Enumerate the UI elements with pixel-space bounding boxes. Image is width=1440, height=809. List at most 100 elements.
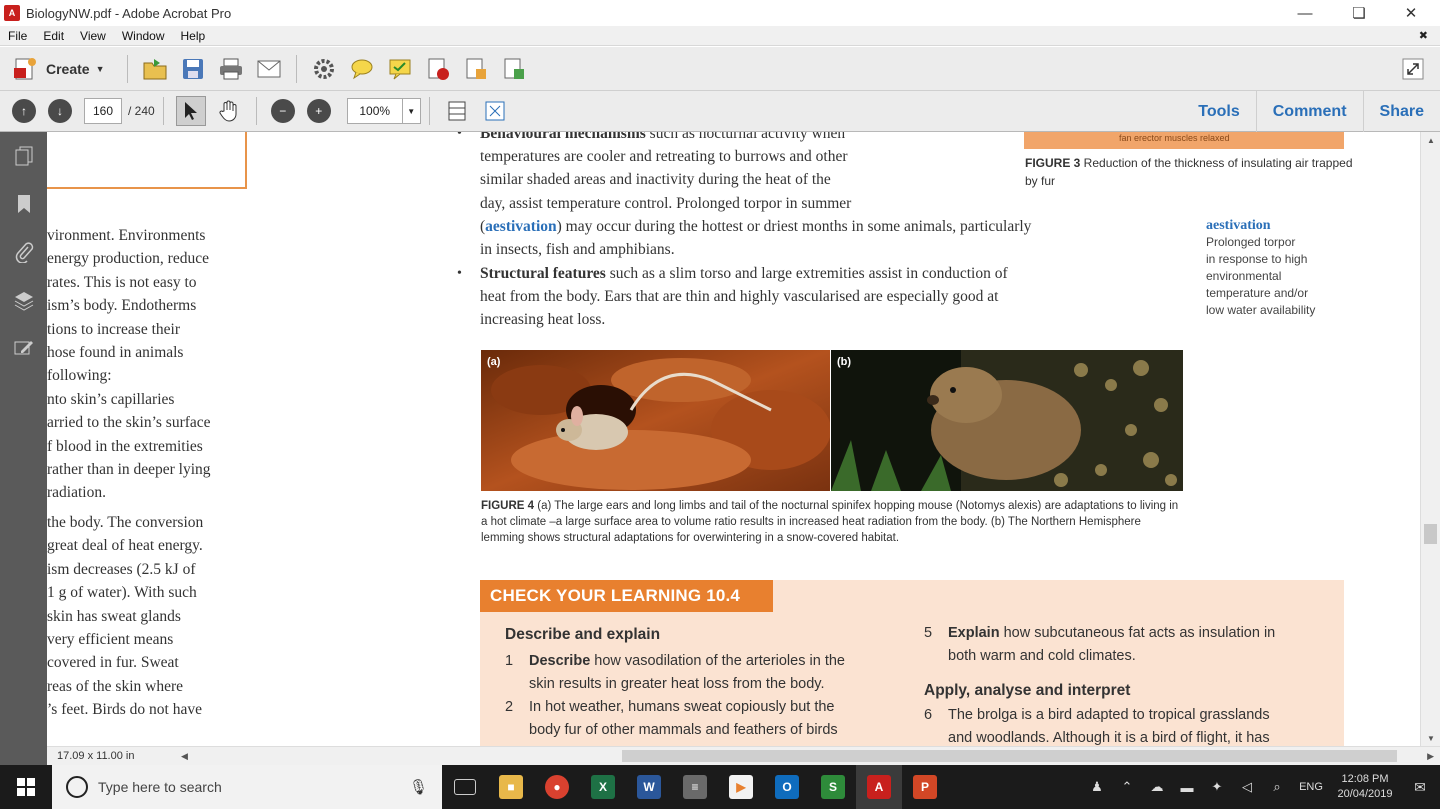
pen-workspace-icon[interactable]: ⌕ (1262, 779, 1292, 795)
text-line: reas of the skin where (47, 677, 184, 695)
taskbar-task-view[interactable] (442, 765, 488, 809)
notifications-icon[interactable]: ✉ (1400, 779, 1440, 796)
create-button[interactable]: Create ▼ (12, 56, 105, 82)
fit-page-button[interactable] (442, 96, 472, 126)
scroll-right-button[interactable]: ▶ (1427, 751, 1434, 762)
bullet-dot: • (457, 132, 462, 141)
term-aestivation-link[interactable]: aestivation (485, 218, 556, 235)
clock-time: 12:08 PM (1341, 773, 1389, 785)
scroll-left-button[interactable]: ◀ (181, 751, 188, 762)
pages-icon[interactable] (0, 132, 47, 180)
expand-button[interactable] (1398, 54, 1428, 84)
tab-tools[interactable]: Tools (1182, 91, 1255, 132)
menu-help[interactable]: Help (173, 29, 214, 43)
taskbar-outlook[interactable]: O (764, 765, 810, 809)
tab-comment[interactable]: Comment (1255, 91, 1363, 132)
tab-share[interactable]: Share (1362, 91, 1440, 132)
taskbar-word[interactable]: W (626, 765, 672, 809)
comment-button[interactable] (347, 54, 377, 84)
page-number-input[interactable]: 160 (84, 98, 122, 124)
bullet-dot: • (457, 266, 462, 281)
select-tool-button[interactable] (175, 96, 206, 126)
print-button[interactable] (216, 54, 246, 84)
photo-b-label: (b) (837, 356, 852, 368)
menu-view[interactable]: View (72, 29, 114, 43)
menu-window[interactable]: Window (114, 29, 173, 43)
attachments-icon[interactable] (0, 228, 47, 276)
glossary-term: aestivation (1206, 218, 1271, 233)
full-screen-button[interactable] (480, 96, 510, 126)
taskbar-search-input[interactable]: Type here to search 🎙 (52, 765, 442, 809)
zoom-dropdown-icon[interactable]: ▼ (402, 98, 421, 124)
task-pane-tabs: Tools Comment Share (1182, 91, 1440, 132)
menu-edit[interactable]: Edit (35, 29, 72, 43)
hand-tool-button[interactable] (214, 96, 244, 126)
toolbar-separator (255, 97, 257, 125)
show-hidden-icons-icon[interactable]: ⌃ (1112, 779, 1142, 795)
protect-button[interactable] (499, 54, 529, 84)
zoom-out-button[interactable]: − (270, 99, 295, 123)
acrobat-icon: A (867, 775, 891, 799)
people-icon[interactable]: ♟ (1082, 779, 1112, 795)
taskbar-chrome[interactable]: ● (534, 765, 580, 809)
text-line: great deal of heat energy. (47, 537, 203, 555)
text-line: in insects, fish and amphibians. (480, 241, 675, 259)
layers-icon[interactable] (0, 276, 47, 324)
text-line: similar shaded areas and inactivity duri… (480, 171, 831, 189)
microphone-icon[interactable]: 🎙 (409, 778, 428, 796)
language-indicator[interactable]: ENG (1292, 781, 1330, 793)
save-button[interactable] (178, 54, 208, 84)
battery-icon[interactable]: ▬ (1172, 780, 1202, 795)
network-icon[interactable]: ✦ (1202, 779, 1232, 795)
open-button[interactable] (140, 54, 170, 84)
restore-button[interactable]: ❏ (1336, 0, 1382, 26)
onedrive-icon[interactable]: ☁ (1142, 779, 1172, 795)
close-document-button[interactable]: ✖ (1419, 29, 1428, 42)
vertical-scrollbar[interactable]: ▲ ▼ (1420, 132, 1440, 746)
bookmarks-icon[interactable] (0, 180, 47, 228)
volume-icon[interactable]: ◁ (1232, 779, 1262, 795)
highlight-button[interactable] (385, 54, 415, 84)
bullet-structural: • Structural features such as a slim tor… (457, 262, 1008, 332)
previous-page-button[interactable]: ↑ (12, 99, 36, 123)
system-tray: ♟ ⌃ ☁ ▬ ✦ ◁ ⌕ ENG 12:08 PM 20/04/2019 ✉ (1082, 765, 1440, 809)
text-line: vironment. Environments (47, 227, 206, 244)
signatures-icon[interactable] (0, 324, 47, 372)
zoom-input[interactable]: 100% (346, 98, 403, 124)
export-button[interactable] (461, 54, 491, 84)
clock[interactable]: 12:08 PM 20/04/2019 (1330, 772, 1400, 802)
comment-bubble-icon (351, 59, 373, 79)
taskbar-excel[interactable]: X (580, 765, 626, 809)
page-total: / 240 (128, 104, 155, 118)
print-icon (219, 58, 242, 79)
vertical-scroll-thumb[interactable] (1424, 524, 1437, 544)
calculator-icon: ≡ (683, 775, 707, 799)
minimize-button[interactable]: — (1282, 0, 1328, 26)
taskbar-sway[interactable]: S (810, 765, 856, 809)
close-button[interactable]: ✕ (1388, 0, 1434, 26)
taskbar-calculator[interactable]: ≡ (672, 765, 718, 809)
reduce-size-button[interactable] (423, 54, 453, 84)
title-bar: A BiologyNW.pdf - Adobe Acrobat Pro — ❏ … (0, 0, 1440, 26)
powerpoint-icon: P (913, 775, 937, 799)
save-icon (182, 58, 203, 79)
taskbar-file-explorer[interactable]: ■ (488, 765, 534, 809)
zoom-in-button[interactable]: + (306, 99, 331, 123)
start-button[interactable] (0, 765, 52, 809)
glossary-box: aestivation Prolonged torpor in response… (1206, 217, 1376, 319)
settings-button[interactable] (309, 54, 339, 84)
text-line: increasing heat loss. (480, 311, 606, 329)
text-line: energy production, reduce (47, 250, 209, 268)
horizontal-scroll-thumb[interactable] (622, 750, 1397, 762)
scroll-up-button[interactable]: ▲ (1421, 132, 1440, 148)
menu-file[interactable]: File (0, 29, 35, 43)
taskbar-media-player[interactable]: ▶ (718, 765, 764, 809)
left-page-box (47, 132, 247, 189)
taskbar-acrobat[interactable]: A (856, 765, 902, 809)
next-page-button[interactable]: ↓ (48, 99, 72, 123)
scroll-down-button[interactable]: ▼ (1421, 730, 1440, 746)
taskbar-powerpoint[interactable]: P (902, 765, 948, 809)
email-button[interactable] (254, 54, 284, 84)
chrome-icon: ● (545, 775, 569, 799)
document-view[interactable]: vironment. Environments energy productio… (47, 132, 1420, 746)
